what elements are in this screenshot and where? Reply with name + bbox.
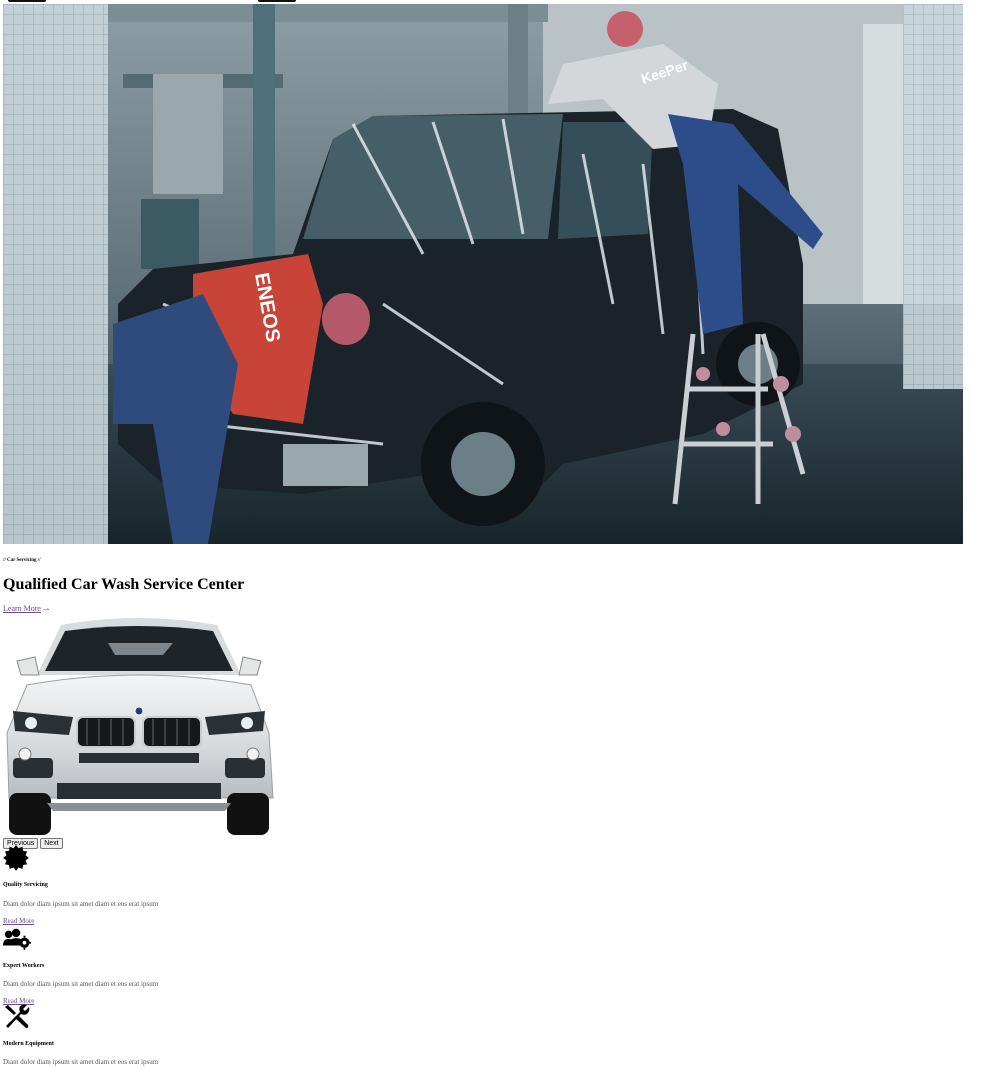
carousel-eyebrow: // Car Servicing //	[3, 558, 41, 563]
service-description: Diam dolor diam ipsum sit amet diam et e…	[3, 980, 159, 988]
service-description: Diam dolor diam ipsum sit amet diam et e…	[3, 900, 159, 908]
service-item: Quality Servicing Diam dolor diam ipsum …	[3, 845, 303, 925]
carousel-title: Qualified Car Wash Service Center	[3, 576, 245, 593]
service-title: Modern Equipment	[3, 1041, 54, 1047]
top-control-right[interactable]	[258, 0, 296, 2]
learn-more-label: Learn More	[3, 604, 41, 613]
service-title: Expert Workers	[3, 963, 45, 969]
certificate-icon	[3, 845, 29, 871]
top-control-left[interactable]	[8, 0, 46, 2]
service-item: Modern Equipment Diam dolor diam ipsum s…	[3, 1004, 303, 1066]
car-image	[3, 613, 275, 837]
tools-icon	[5, 1004, 30, 1028]
read-more-link[interactable]: Read More	[3, 917, 34, 926]
users-cog-icon	[3, 928, 31, 950]
hero-image: ENEOS KeePer	[3, 4, 963, 544]
service-item: Expert Workers Diam dolor diam ipsum sit…	[3, 926, 303, 1005]
service-title: Quality Servicing	[3, 882, 48, 888]
service-description: Diam dolor diam ipsum sit amet diam et e…	[3, 1058, 159, 1066]
